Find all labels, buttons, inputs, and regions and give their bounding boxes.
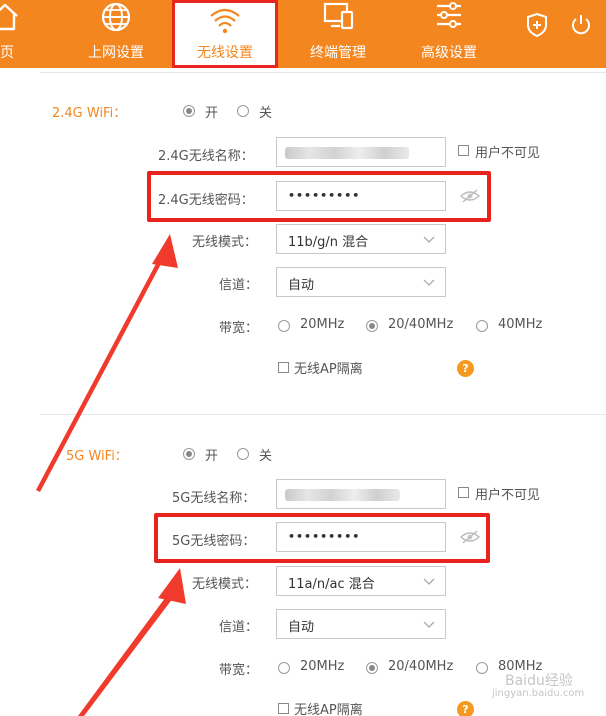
watermark-line2: jingyan.baidu.com	[492, 688, 585, 699]
arrow-to-24g-password	[36, 234, 178, 492]
arrow-to-5g-password	[78, 568, 186, 716]
annotation-arrows	[36, 234, 186, 716]
watermark-line1: Baidu经验	[505, 673, 573, 689]
